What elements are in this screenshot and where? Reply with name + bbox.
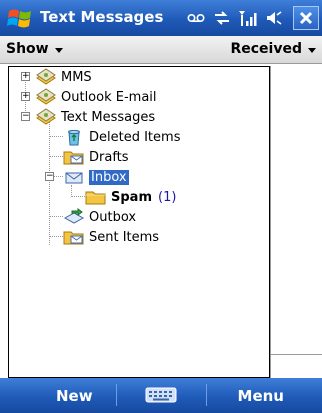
title-bar: Text Messages [0, 0, 322, 36]
collapse-icon[interactable]: − [21, 112, 30, 121]
tree-connector [49, 136, 63, 137]
tree-connector [53, 176, 63, 177]
status-icons [186, 7, 284, 29]
expand-icon[interactable]: + [21, 72, 30, 81]
tree-item-label: Drafts [89, 149, 129, 165]
folder-tree: + + − − MMS Outlook E-mail Text Messages… [8, 66, 270, 378]
tree-connector [49, 216, 63, 217]
tree-item-label: Outbox [89, 209, 137, 225]
unread-count: (1) [158, 189, 177, 205]
tree-item-label: Text Messages [61, 109, 156, 125]
sent-folder-icon [63, 231, 84, 245]
inbox-icon [65, 172, 83, 184]
tree-item-inbox[interactable]: Inbox [63, 167, 129, 187]
tree-item-drafts[interactable]: Drafts [63, 147, 129, 167]
volume-icon[interactable] [264, 8, 284, 28]
new-softkey[interactable]: New [56, 387, 93, 405]
tree-item-mms[interactable]: MMS [35, 67, 92, 87]
chevron-down-icon [308, 48, 316, 53]
received-dropdown[interactable]: Received [230, 41, 316, 57]
outbox-icon [63, 208, 85, 224]
tree-item-label: MMS [61, 69, 92, 85]
divider [270, 354, 322, 355]
tree-item-label: Outlook E-mail [61, 89, 157, 105]
softkey-bar: New Menu [0, 378, 322, 413]
mail-stack-icon [36, 88, 56, 105]
keyboard-icon[interactable] [145, 386, 177, 404]
tree-item-text-messages[interactable]: Text Messages [35, 107, 155, 127]
divider [270, 66, 271, 378]
preview-strip [270, 66, 322, 378]
close-button[interactable] [293, 6, 319, 30]
window-title: Text Messages [40, 8, 164, 26]
show-label: Show [6, 41, 49, 57]
tree-item-label: Deleted Items [89, 129, 181, 145]
drafts-folder-icon [63, 151, 84, 165]
tree-item-deleted-items[interactable]: Deleted Items [63, 127, 180, 147]
tree-item-outlook-email[interactable]: Outlook E-mail [35, 87, 157, 107]
tree-connector [49, 156, 63, 157]
chevron-down-icon [54, 48, 63, 53]
tree-item-label: Sent Items [89, 229, 160, 245]
tree-item-outbox[interactable]: Outbox [63, 207, 136, 227]
menu-header: Show Received [0, 36, 322, 64]
expand-icon[interactable]: + [21, 92, 30, 101]
close-icon [299, 11, 313, 25]
signal-strength-icon[interactable] [238, 8, 258, 28]
tree-item-label: Spam [111, 189, 152, 205]
menu-softkey[interactable]: Menu [238, 387, 284, 405]
show-dropdown[interactable]: Show [6, 41, 63, 57]
recycle-bin-icon [68, 129, 80, 146]
tree-connector [71, 196, 85, 197]
tree-item-sent-items[interactable]: Sent Items [63, 227, 159, 247]
folder-icon [85, 191, 106, 205]
windows-start-icon[interactable] [6, 5, 34, 31]
connectivity-icon[interactable] [212, 8, 232, 28]
collapse-icon[interactable]: − [45, 172, 54, 181]
received-label: Received [230, 41, 302, 57]
tree-connector [49, 121, 50, 245]
tree-item-label: Inbox [89, 169, 129, 185]
divider [116, 384, 117, 406]
divider [206, 384, 207, 406]
tree-connector [49, 236, 63, 237]
mail-stack-icon [36, 108, 56, 125]
voicemail-icon[interactable] [186, 8, 206, 28]
tree-item-spam[interactable]: Spam (1) [85, 187, 176, 207]
mail-stack-icon [36, 68, 56, 85]
